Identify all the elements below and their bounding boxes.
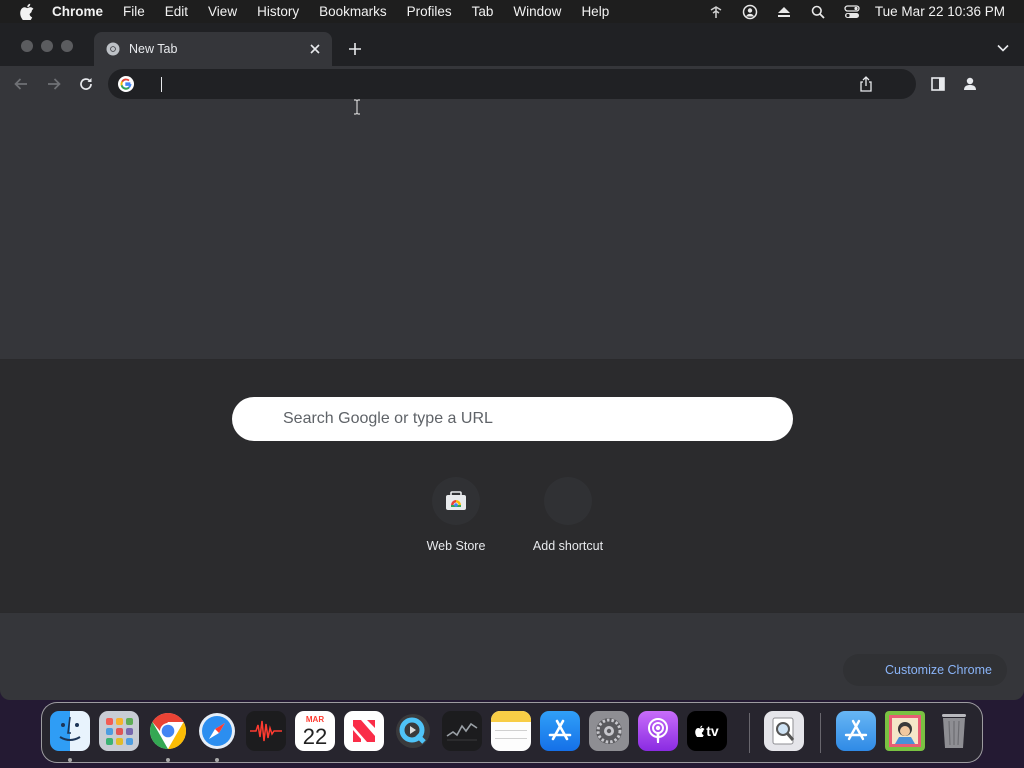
apple-menu-icon[interactable]: [18, 3, 36, 21]
ntp-search-box[interactable]: [232, 397, 793, 441]
address-bar[interactable]: [108, 69, 916, 99]
forward-arrow-icon[interactable]: [45, 75, 63, 93]
chrome-app-icon[interactable]: [148, 711, 188, 751]
photo-thumbnail-icon[interactable]: [885, 711, 925, 751]
menu-view[interactable]: View: [208, 4, 237, 19]
tab-title: New Tab: [129, 42, 178, 56]
web-store-icon: [432, 477, 480, 525]
side-panel-icon[interactable]: [929, 75, 947, 93]
notes-icon[interactable]: [491, 711, 531, 751]
preview-icon[interactable]: [764, 711, 804, 751]
podcasts-icon[interactable]: [638, 711, 678, 751]
macos-menu-bar: Chrome File Edit View History Bookmarks …: [0, 0, 1024, 23]
trash-icon[interactable]: [934, 711, 974, 751]
menu-tab[interactable]: Tab: [472, 4, 494, 19]
menu-history[interactable]: History: [257, 4, 299, 19]
tab-new-tab[interactable]: New Tab: [94, 32, 332, 66]
menubar-clock[interactable]: Tue Mar 22 10:36 PM: [875, 4, 1005, 19]
control-center-icon[interactable]: [841, 4, 863, 20]
dock-separator: [820, 713, 821, 753]
shortcut-add-shortcut[interactable]: Add shortcut: [512, 477, 624, 557]
downloads-folder-icon[interactable]: [836, 711, 876, 751]
apple-tv-icon[interactable]: tv: [687, 711, 727, 751]
share-icon[interactable]: [858, 76, 874, 92]
new-tab-page: Web Store Add shortcut Customize Chrome: [0, 102, 1024, 700]
news-icon[interactable]: [344, 711, 384, 751]
running-indicator: [215, 758, 219, 762]
voice-memos-icon[interactable]: [246, 711, 286, 751]
dock-separator: [749, 713, 750, 753]
menu-profiles[interactable]: Profiles: [407, 4, 452, 19]
apple-tv-label: tv: [706, 723, 719, 739]
browser-toolbar: [0, 66, 1024, 102]
chrome-window: New Tab Search Google or type a URL Web …: [0, 23, 1024, 700]
finder-icon[interactable]: [50, 711, 90, 751]
calendar-icon[interactable]: MAR 22: [295, 711, 335, 751]
text-cursor-icon: [352, 99, 362, 115]
app-store-icon[interactable]: [540, 711, 580, 751]
menu-bookmarks[interactable]: Bookmarks: [319, 4, 387, 19]
shortcut-web-store[interactable]: Web Store: [400, 477, 512, 557]
safari-icon[interactable]: [197, 711, 237, 751]
tab-search-chevron-down-icon[interactable]: [996, 43, 1010, 53]
stocks-icon[interactable]: [442, 711, 482, 751]
menu-file[interactable]: File: [123, 4, 145, 19]
menu-window[interactable]: Window: [513, 4, 561, 19]
customize-chrome-button[interactable]: Customize Chrome: [843, 654, 1007, 686]
calendar-day: 22: [302, 724, 328, 749]
menu-app-name[interactable]: Chrome: [52, 4, 103, 19]
shortcut-label-web-store: Web Store: [426, 539, 486, 553]
tab-strip: New Tab: [0, 23, 1024, 66]
menubar-status-area: Tue Mar 22 10:36 PM: [693, 0, 1024, 23]
minimize-window-button[interactable]: [41, 40, 53, 52]
quicktime-player-icon[interactable]: [393, 711, 433, 751]
running-indicator: [68, 758, 72, 762]
spotlight-search-icon[interactable]: [807, 4, 829, 20]
google-icon: [118, 76, 134, 92]
reload-icon[interactable]: [77, 75, 95, 93]
close-tab-icon[interactable]: [307, 41, 323, 57]
profile-avatar-icon[interactable]: [961, 75, 979, 93]
address-input[interactable]: [162, 74, 842, 94]
chrome-icon: [106, 42, 120, 56]
eject-icon[interactable]: [773, 4, 795, 20]
macos-dock: MAR 22 tv: [41, 702, 983, 763]
back-arrow-icon[interactable]: [12, 75, 30, 93]
shortcut-label-add-shortcut: Add shortcut: [532, 539, 604, 553]
new-tab-plus-icon[interactable]: [346, 40, 364, 58]
menu-edit[interactable]: Edit: [165, 4, 188, 19]
running-indicator: [166, 758, 170, 762]
zoom-window-button[interactable]: [61, 40, 73, 52]
user-account-icon[interactable]: [739, 4, 761, 20]
ntp-search-input[interactable]: [283, 409, 763, 429]
system-preferences-gear-icon[interactable]: [589, 711, 629, 751]
customize-chrome-label: Customize Chrome: [885, 663, 992, 677]
launchpad-icon[interactable]: [99, 711, 139, 751]
add-shortcut-icon: [544, 477, 592, 525]
network-icon[interactable]: [705, 4, 727, 20]
menu-help[interactable]: Help: [581, 4, 609, 19]
close-window-button[interactable]: [21, 40, 33, 52]
